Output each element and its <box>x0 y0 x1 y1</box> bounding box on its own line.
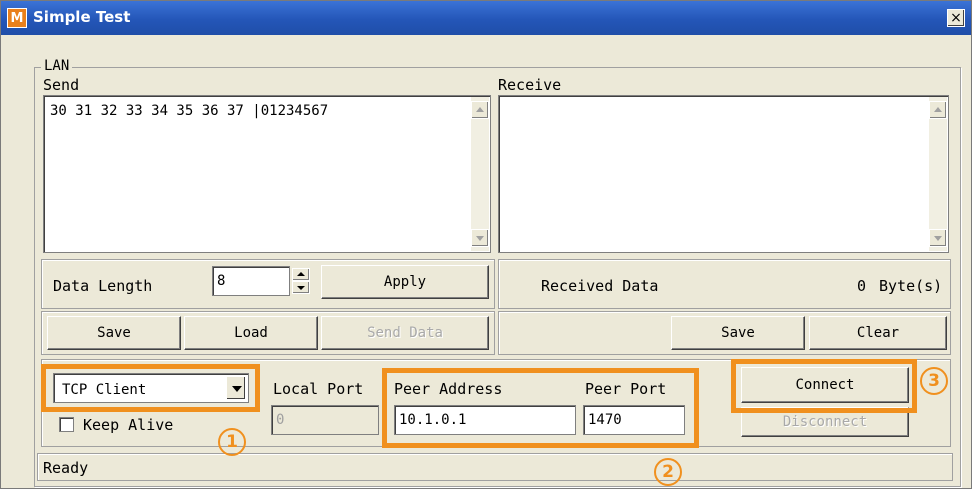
send-textarea[interactable]: 30 31 32 33 34 35 36 37 |01234567 <box>43 95 491 253</box>
status-text: Ready <box>43 459 89 477</box>
receive-scrollbar[interactable] <box>929 97 947 251</box>
received-byte-unit: Byte(s) <box>879 277 943 295</box>
received-byte-count: 0 <box>857 277 867 295</box>
close-button[interactable]: × <box>947 9 965 27</box>
local-port-input[interactable]: 0 <box>271 405 379 435</box>
status-bar <box>37 453 953 481</box>
scroll-up-icon[interactable] <box>471 101 489 119</box>
data-length-label: Data Length <box>53 277 153 295</box>
annotation-badge-3: 3 <box>920 367 948 395</box>
scroll-up-icon[interactable] <box>929 101 947 119</box>
annotation-badge-1: 1 <box>218 428 246 456</box>
send-data-button[interactable]: Send Data <box>321 316 489 350</box>
scroll-down-icon[interactable] <box>929 229 947 247</box>
spin-down-icon[interactable] <box>292 281 310 294</box>
annotation-highlight-1 <box>41 364 260 412</box>
annotation-highlight-3 <box>731 359 917 413</box>
send-save-button[interactable]: Save <box>47 316 181 350</box>
data-length-input[interactable]: 8 <box>212 266 290 296</box>
load-button[interactable]: Load <box>184 316 318 350</box>
annotation-highlight-2 <box>382 368 699 448</box>
app-icon: M <box>7 8 27 28</box>
send-label: Send <box>43 76 80 94</box>
keep-alive-label: Keep Alive <box>83 416 174 434</box>
annotation-badge-2: 2 <box>654 458 682 486</box>
receive-save-button[interactable]: Save <box>671 316 805 350</box>
local-port-label: Local Port <box>273 380 364 398</box>
keep-alive-checkbox[interactable] <box>59 417 74 432</box>
spin-up-icon[interactable] <box>292 268 310 281</box>
receive-textarea[interactable] <box>498 95 949 253</box>
title-bar: M Simple Test × <box>1 1 971 35</box>
send-scrollbar[interactable] <box>471 97 489 251</box>
clear-button[interactable]: Clear <box>809 316 947 350</box>
send-content: 30 31 32 33 34 35 36 37 |01234567 <box>50 103 329 119</box>
window-title: Simple Test <box>33 8 131 26</box>
received-data-label: Received Data <box>541 277 659 295</box>
receive-label: Receive <box>498 76 562 94</box>
scroll-down-icon[interactable] <box>471 229 489 247</box>
lan-group-label: LAN <box>41 58 73 74</box>
apply-button[interactable]: Apply <box>321 265 489 299</box>
data-length-spinner[interactable] <box>292 266 310 296</box>
